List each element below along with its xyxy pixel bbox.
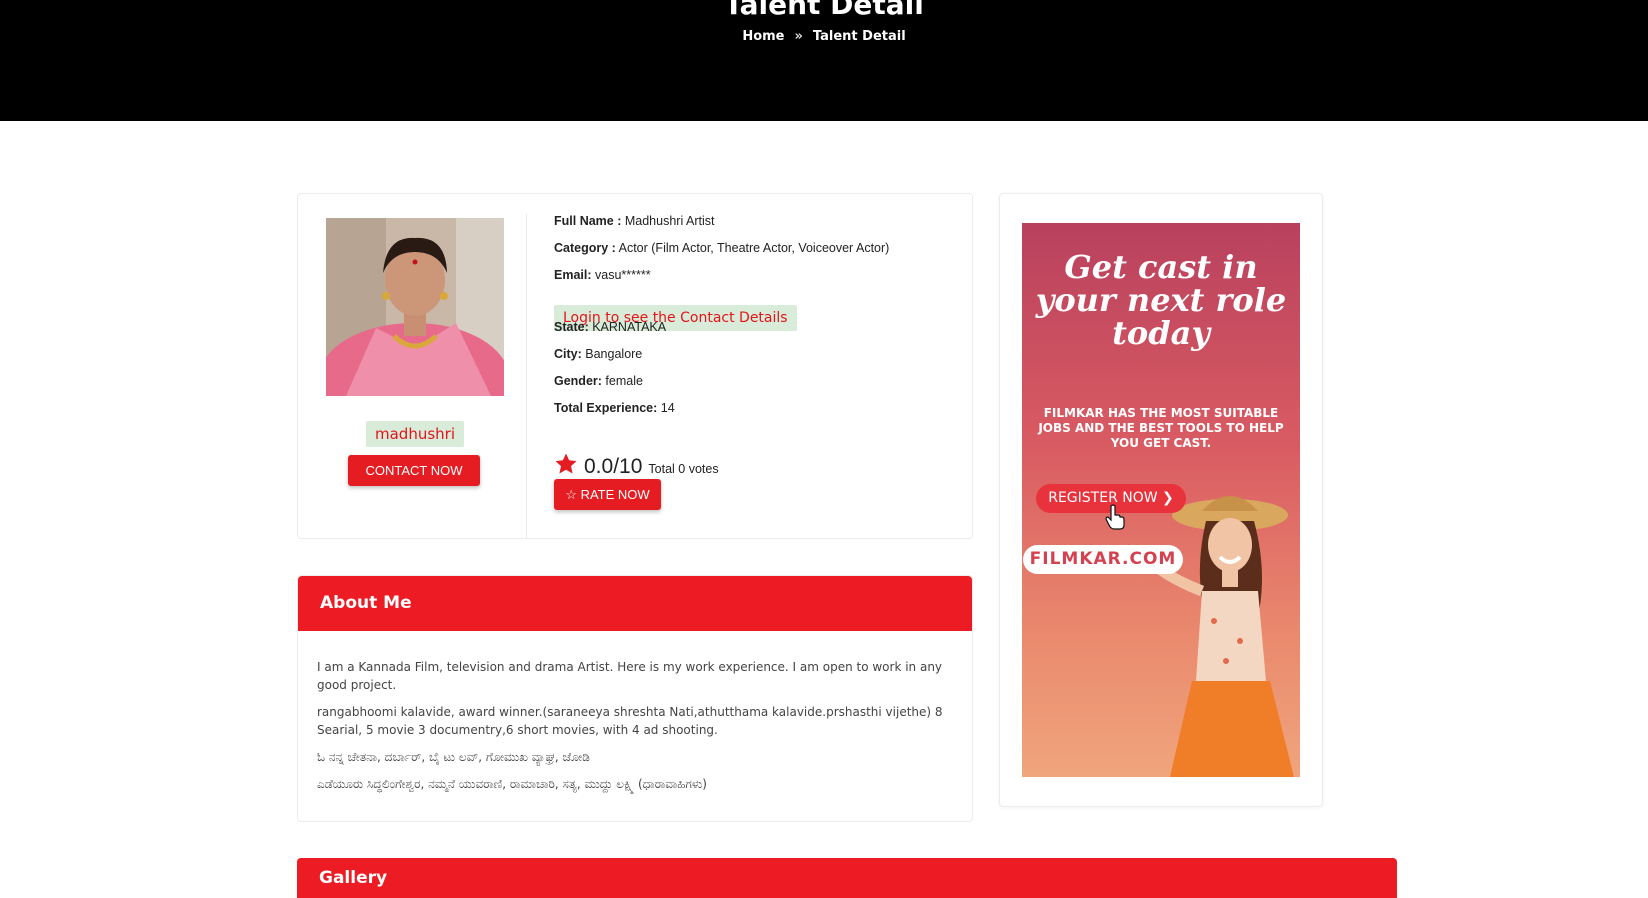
profile-photo[interactable] [326, 218, 504, 396]
rating-votes: Total 0 votes [648, 462, 719, 476]
ad-headline: Get cast in your next role today [1035, 248, 1287, 352]
breadcrumb-home-link[interactable]: Home [742, 29, 784, 44]
profile-photo-column: madhushri CONTACT NOW [298, 214, 527, 539]
username-badge: madhushri [366, 421, 464, 447]
gender-row: Gender: female [554, 374, 643, 388]
double-chevron-right-icon: » [794, 29, 803, 44]
woman-illustration [1138, 496, 1294, 777]
star-icon [555, 453, 577, 474]
profile-card: madhushri CONTACT NOW Full Name : Madhus… [297, 193, 973, 539]
category-row: Category : Actor (Film Actor, Theatre Ac… [554, 241, 889, 255]
gender-value: female [605, 374, 643, 388]
about-paragraph: I am a Kannada Film, television and dram… [317, 660, 943, 692]
rating: 0.0/10 Total 0 votes [554, 449, 719, 479]
about-paragraph: ಎಡೆಯೂರು ಸಿದ್ಧಲಿಂಗೇಶ್ವರ, ನಮ್ಮನೆ ಯುವರಾಣಿ, … [317, 777, 707, 791]
full-name-label: Full Name : [554, 214, 622, 228]
contact-now-button[interactable]: CONTACT NOW [348, 455, 480, 486]
full-name-value: Madhushri Artist [624, 214, 715, 228]
ad-subtext: FILMKAR HAS THE MOST SUITABLE JOBS AND T… [1038, 406, 1284, 450]
email-row: Email: vasu****** [554, 268, 651, 282]
state-value: KARNATAKA [592, 320, 667, 334]
rating-score: 0.0/10 [584, 455, 643, 478]
about-heading: About Me [298, 576, 972, 631]
about-paragraph: rangabhoomi kalavide, award winner.(sara… [317, 705, 943, 737]
breadcrumb-current: Talent Detail [812, 29, 906, 44]
hand-cursor-icon [1105, 504, 1125, 530]
state-label: State: [554, 320, 589, 334]
category-label: Category : [554, 241, 616, 255]
about-body: I am a Kannada Film, television and dram… [298, 631, 972, 793]
breadcrumb: Home » Talent Detail [0, 29, 1648, 44]
state-row: State: KARNATAKA [554, 320, 666, 334]
about-card: About Me I am a Kannada Film, television… [297, 575, 973, 822]
experience-row: Total Experience: 14 [554, 401, 675, 415]
category-value: Actor (Film Actor, Theatre Actor, Voiceo… [618, 241, 890, 255]
page-title: Talent Detail [724, 0, 924, 21]
ad-site-label: FILMKAR.COM [1023, 545, 1183, 574]
email-label: Email: [554, 268, 592, 282]
city-row: City: Bangalore [554, 347, 642, 361]
city-value: Bangalore [585, 347, 643, 361]
page-hero: Talent Detail Home » Talent Detail [0, 0, 1648, 121]
email-value: vasu****** [595, 268, 651, 282]
about-paragraph: ಓ ನನ್ನ ಚೇತನಾ, ದರ್ಬಾರ್, ಬೈ ಟು ಲವ್, ಗೋಮುಖ … [317, 750, 590, 764]
ad-card: Get cast in your next role today FILMKAR… [999, 193, 1323, 807]
gallery-heading: Gallery [297, 858, 1397, 898]
city-label: City: [554, 347, 582, 361]
full-name-row: Full Name : Madhushri Artist [554, 214, 714, 228]
rate-now-button[interactable]: ☆ RATE NOW [554, 479, 661, 510]
experience-value: 14 [660, 401, 675, 415]
experience-label: Total Experience: [554, 401, 658, 415]
filmkar-ad-banner[interactable]: Get cast in your next role today FILMKAR… [1022, 223, 1300, 777]
gender-label: Gender: [554, 374, 602, 388]
